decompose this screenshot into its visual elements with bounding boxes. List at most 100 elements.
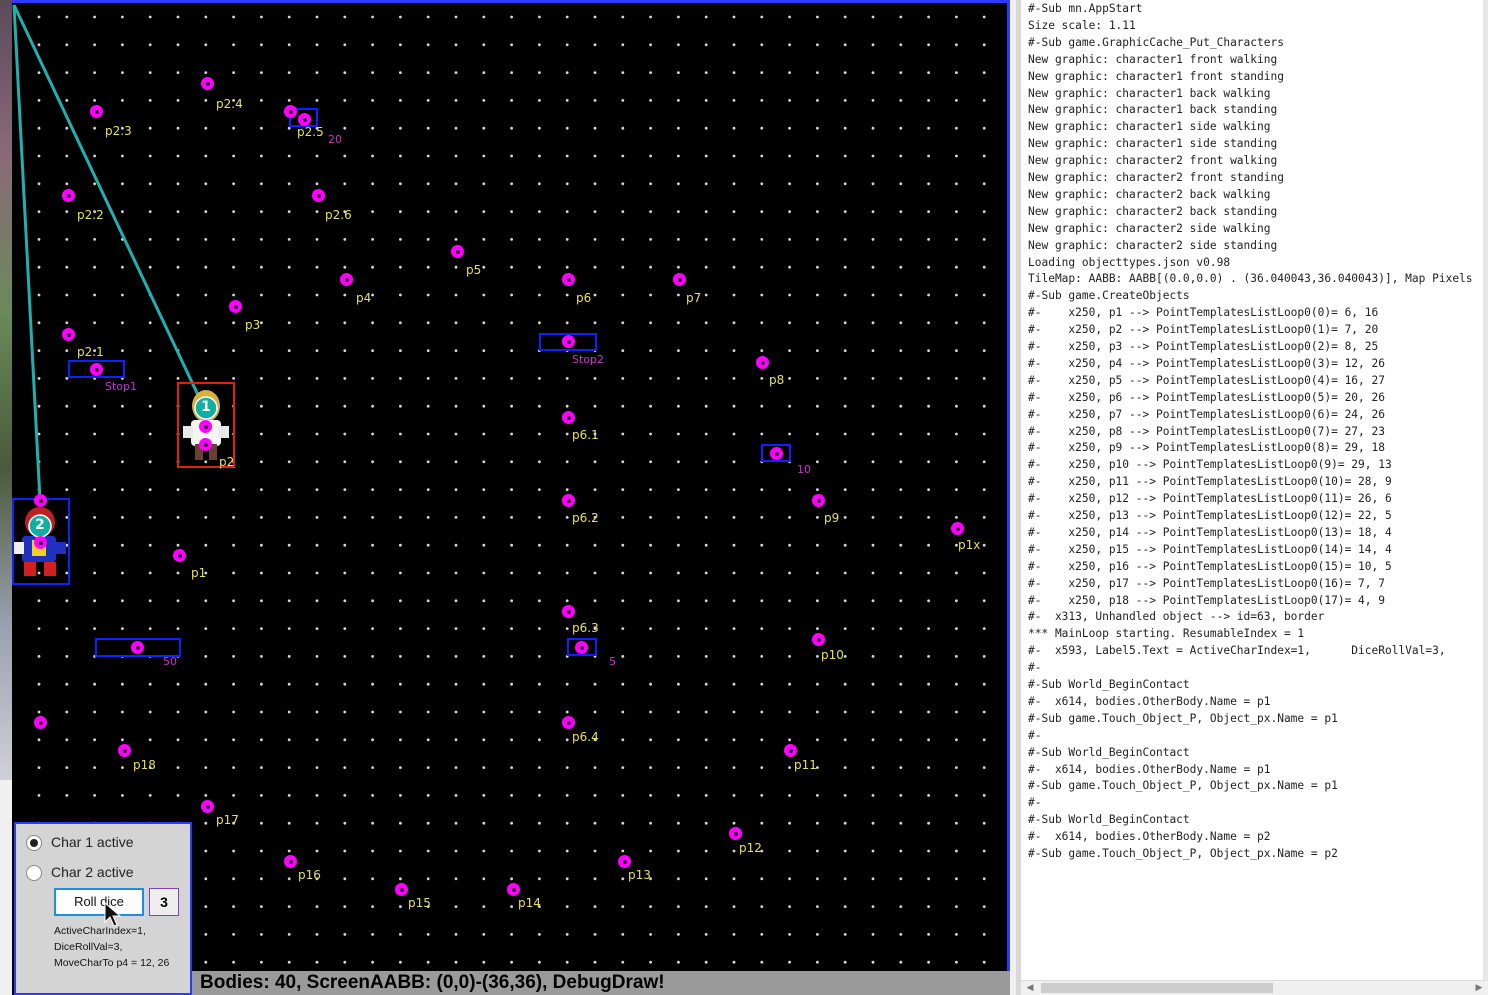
console-line: #- [1028,728,1042,742]
point-marker[interactable] [451,245,464,258]
console-line: #- x593, Label5.Text = ActiveCharIndex=1… [1028,644,1446,658]
point-marker[interactable] [62,189,75,202]
point-marker[interactable] [340,273,353,286]
console-line: #- x250, p1 --> PointTemplatesListLoop0(… [1028,306,1379,320]
console-line: New graphic: character2 front standing [1028,171,1284,184]
console-line: #-Sub game.CreateObjects [1028,289,1190,303]
point-marker[interactable] [173,549,186,562]
char1-radio[interactable] [26,835,42,851]
point-label: p5 [466,263,482,277]
character-2-badge: 2 [35,517,45,533]
point-label: p16 [298,868,321,882]
point-label: p8 [769,373,785,387]
point-label: p13 [628,868,651,882]
point-marker[interactable] [618,855,631,868]
point-marker[interactable] [62,328,75,341]
info-line-3: MoveCharTo p4 = 12, 26 [54,957,170,969]
console-line: #- x250, p15 --> PointTemplatesListLoop0… [1028,542,1392,556]
marker-label-stop2: Stop2 [572,353,605,366]
point-marker[interactable] [756,356,769,369]
point-marker[interactable] [284,855,297,868]
point-label: p6 [576,291,592,305]
point-label: p2.6 [325,208,352,222]
debug-line-char2 [12,4,42,501]
console-line: #- x250, p18 --> PointTemplatesListLoop0… [1028,593,1385,607]
console-line: *** MainLoop starting. ResumableIndex = … [1028,627,1305,641]
point-marker[interactable] [201,800,214,813]
scroll-left-icon[interactable]: ◀ [1024,982,1036,994]
point-label: p2.5 [297,125,324,139]
console-line: New graphic: character2 back standing [1028,204,1278,218]
point-label: p14 [518,896,541,910]
point-marker[interactable] [673,273,686,286]
point-marker[interactable] [562,605,575,618]
point-marker[interactable] [784,744,797,757]
console-line: #-Sub World_BeginContact [1028,813,1190,827]
point-marker[interactable] [562,335,575,348]
console-line: #-Sub game.GraphicCache_Put_Characters [1028,35,1284,49]
console-line: New graphic: character1 back walking [1028,86,1271,100]
point-label: p1 [191,566,207,580]
point-marker[interactable] [118,744,131,757]
char2-radio[interactable] [26,865,42,881]
debug-console[interactable]: #-Sub mn.AppStart Size scale: 1.11 #-Sub g… [1016,0,1488,995]
console-line: #-Sub mn.AppStart [1028,2,1143,15]
dice-value-box: 3 [149,888,179,916]
console-line: #- x313, Unhandled object --> id=63, bor… [1028,610,1325,624]
point-marker[interactable] [90,105,103,118]
point-marker[interactable] [770,447,783,460]
point-label: p1x [958,538,981,552]
point-label: p18 [133,758,156,772]
character-1-badge: 1 [201,399,211,415]
console-line: #-Sub World_BeginContact [1028,745,1190,759]
char2-radio-label[interactable]: Char 2 active [51,864,133,880]
point-marker[interactable] [201,77,214,90]
character-1[interactable]: 1 p2 [177,382,235,469]
point-marker[interactable] [312,189,325,202]
console-line: New graphic: character1 front standing [1028,69,1284,83]
console-line: #- x250, p11 --> PointTemplatesListLoop0… [1028,475,1392,489]
console-line: New graphic: character2 side standing [1028,238,1278,252]
status-bar: Bodies: 40, ScreenAABB: (0,0)-(36,36), D… [192,971,1010,995]
point-marker[interactable] [229,300,242,313]
point-marker[interactable] [812,633,825,646]
point-marker[interactable] [729,827,742,840]
character-1-anchor [199,420,212,433]
point-marker[interactable] [34,716,47,729]
point-label: p9 [824,511,840,525]
console-line: New graphic: character2 front walking [1028,154,1278,168]
scroll-right-icon[interactable]: ▶ [1473,982,1485,994]
point-marker[interactable] [90,363,103,376]
console-line: #-Sub game.Touch_Object_P, Object_px.Nam… [1028,847,1338,860]
char1-radio-label[interactable]: Char 1 active [51,834,133,850]
point-marker[interactable] [575,641,588,654]
point-marker[interactable] [284,105,297,118]
console-horizontal-scrollbar[interactable]: ◀ ▶ [1021,980,1488,995]
console-vertical-scrollbar[interactable] [1483,0,1488,980]
character-2[interactable]: 2 [12,494,70,585]
point-marker[interactable] [507,883,520,896]
point-label: p12 [739,841,762,855]
point-marker[interactable] [395,883,408,896]
console-line: #- x250, p14 --> PointTemplatesListLoop0… [1028,525,1392,539]
point-label: p6.1 [572,428,599,442]
point-label: p4 [356,291,372,305]
console-line: #- x250, p13 --> PointTemplatesListLoop0… [1028,509,1392,522]
point-marker[interactable] [131,641,144,654]
console-line: New graphic: character1 front walking [1028,52,1278,66]
point-marker[interactable] [951,522,964,535]
point-marker[interactable] [812,494,825,507]
character-1-anchor-2 [199,438,212,451]
console-line: #- x250, p12 --> PointTemplatesListLoop0… [1028,492,1392,506]
console-line: New graphic: character1 side standing [1028,137,1278,151]
roll-dice-button[interactable]: Roll dice [54,888,144,916]
console-line: #- x250, p5 --> PointTemplatesListLoop0(… [1028,373,1385,387]
scrollbar-thumb[interactable] [1041,983,1273,993]
status-text: Bodies: 40, ScreenAABB: (0,0)-(36,36), D… [200,972,665,993]
point-marker[interactable] [562,716,575,729]
point-marker[interactable] [562,273,575,286]
console-line: #-Sub World_BeginContact [1028,678,1190,691]
point-marker[interactable] [562,494,575,507]
point-marker[interactable] [562,411,575,424]
console-line: TileMap: AABB: AABB[(0.0,0.0) . (36.0400… [1028,272,1473,286]
